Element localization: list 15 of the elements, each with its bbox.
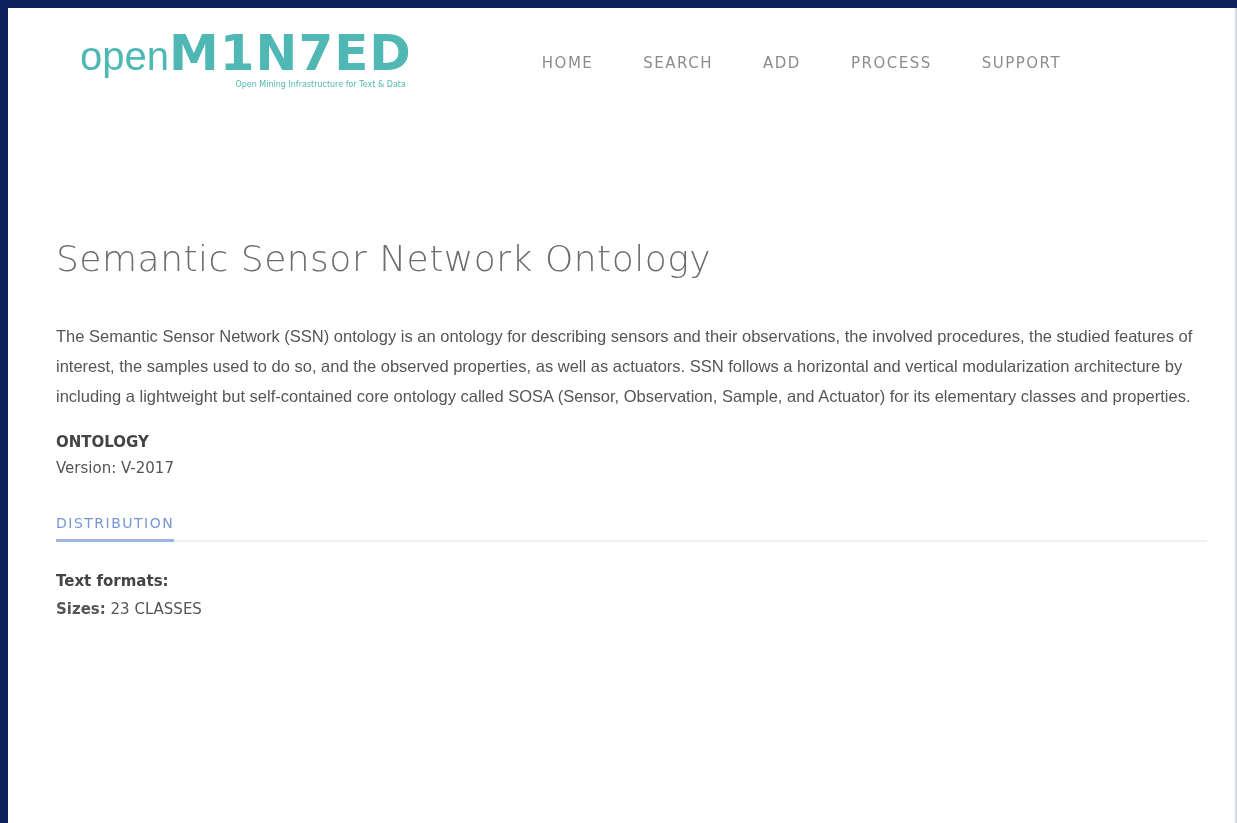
sizes-text: Sizes: 23 CLASSES <box>56 600 203 618</box>
tab[interactable]: DISTRIBUTION <box>56 515 175 542</box>
nav-link[interactable]: ADD <box>763 54 801 72</box>
nav-link[interactable]: SUPPORT <box>981 54 1062 72</box>
nav-link[interactable]: HOME <box>541 54 594 72</box>
resource-type: ONTOLOGY <box>56 433 150 451</box>
page-title: Semantic Sensor Network Ontology <box>56 238 713 279</box>
logo-text[interactable]: open <box>80 36 169 76</box>
nav-link[interactable]: PROCESS <box>850 54 932 72</box>
formats-label: Text formats: <box>56 572 170 590</box>
description: The Semantic Sensor Network (SSN) ontology is an ontology for describing sensors and their observations, the involved procedures, the studied features of interest, the samples used to do so, and the observed properties, as well as actuators. SSN follows a horizontal and vertical modularization architecture by including a lightweight but self-contained core ontology called SOSA (Sensor, Observation, Sample, and Actuator) for its elementary classes and properties. <box>56 326 1194 407</box>
version-text: Version: V-2017 <box>56 459 175 477</box>
logo-tagline: Open Mining Infrastructure for Text & Data <box>235 80 406 89</box>
nav-link[interactable]: SEARCH <box>643 54 714 72</box>
logo-text[interactable]: M1N7ED <box>169 28 412 78</box>
